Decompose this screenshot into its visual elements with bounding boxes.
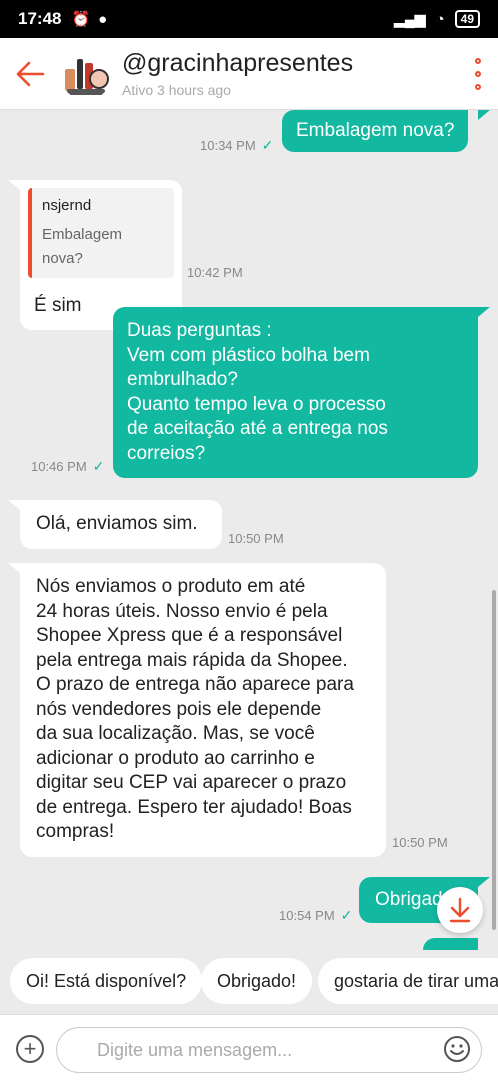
message-line: correios? (127, 442, 206, 464)
message-time: 10:50 PM (392, 835, 448, 850)
check-icon: ✓ (92, 458, 105, 474)
message-time: 10:46 PM ✓ (31, 458, 105, 474)
message-bubble-outgoing[interactable] (423, 938, 478, 950)
message-line: embrulhado? (127, 369, 238, 390)
bubble-tail (8, 500, 20, 510)
message-line: compras! (36, 821, 115, 842)
bubble-tail (8, 180, 20, 190)
signal-icon: ▂▄▆ (394, 10, 426, 27)
quick-reply-chip[interactable]: gostaria de tirar uma (318, 958, 498, 1004)
message-line: adicionar o produto ao carrinho e (36, 747, 315, 769)
scroll-down-icon (449, 897, 471, 923)
message-line: Duas perguntas : (127, 320, 272, 341)
bubble-tail (478, 307, 490, 317)
message-line: de aceitação até a entrega nos (127, 418, 388, 439)
avatar[interactable] (60, 47, 112, 100)
message-bubble-outgoing[interactable]: Embalagem nova? (282, 110, 469, 152)
status-bar: 17:48 ⏰ ● ▂▄▆ ◔ 49 (0, 0, 498, 38)
chat-header: @gracinhapresentes Ativo 3 hours ago (0, 38, 498, 110)
bubble-tail (478, 110, 490, 120)
bubble-tail (478, 877, 490, 887)
bubble-tail (8, 563, 20, 573)
message-time: 10:34 PM ✓ (200, 137, 274, 153)
more-menu-icon[interactable] (458, 44, 498, 104)
check-icon: ✓ (340, 907, 353, 923)
message-time: 10:54 PM ✓ (279, 907, 353, 923)
quick-reply-chip[interactable]: Obrigado! (201, 958, 313, 1004)
message-line: Vem com plástico bolha bem (127, 344, 370, 366)
notification-icon: ● (98, 10, 108, 28)
plus-icon[interactable]: + (16, 1035, 44, 1063)
message-text: Embalagem nova? (296, 120, 455, 141)
active-status: Ativo 3 hours ago (122, 82, 231, 98)
message-text: Olá, enviamos sim. (36, 513, 198, 534)
shop-name: @gracinhapresentes (122, 49, 354, 77)
message-line: pela entrega mais rápida da Shopee. (36, 649, 348, 671)
reply-quote-text: Embalagem nova? (42, 225, 123, 268)
emoji-icon[interactable] (443, 1035, 471, 1063)
scroll-down-button[interactable] (437, 887, 483, 933)
check-icon: ✓ (261, 137, 274, 153)
makeup-logo-icon (65, 58, 109, 95)
message-line: da sua localização. Mas, se você (36, 723, 315, 744)
chat-messages[interactable]: Embalagem nova? 10:34 PM ✓ nsjernd Embala… (0, 110, 498, 950)
message-line: O prazo de entrega não aparece para (36, 674, 354, 695)
message-time: 10:50 PM (228, 531, 284, 546)
message-composer: + (0, 1014, 498, 1080)
reply-quote: nsjernd Embalagem nova? (28, 188, 174, 278)
battery-indicator: 49 (454, 10, 480, 28)
message-line: Nós enviamos o produto em até (36, 576, 306, 597)
reply-quote-name: nsjernd (42, 197, 92, 214)
quick-reply-chip[interactable]: Oi! Está disponível? (10, 958, 203, 1004)
message-line: Quanto tempo leva o processo (127, 393, 386, 415)
status-time: 17:48 (18, 9, 62, 28)
message-line: de entrega. Espero ter ajudado! Boas (36, 796, 352, 818)
message-bubble-outgoing[interactable]: Duas perguntas : Vem com plástico bolha … (113, 307, 478, 478)
message-bubble-incoming[interactable]: Nós enviamos o produto em até 24 horas ú… (20, 563, 386, 857)
message-input[interactable] (56, 1027, 482, 1073)
wifi-icon: ◔ (435, 10, 445, 28)
message-line: nós vendedores pois ele depende (36, 698, 322, 720)
message-line: 24 horas úteis. Nosso envio é pela (36, 600, 328, 622)
message-bubble-incoming[interactable]: Olá, enviamos sim. (20, 500, 222, 549)
back-button[interactable] (0, 38, 60, 110)
back-arrow-icon (16, 61, 45, 86)
alarm-icon: ⏰ (71, 11, 91, 28)
message-line: digitar seu CEP vai aparecer o prazo (36, 772, 347, 793)
message-line: Shopee Xpress que é a responsável (36, 625, 343, 646)
quick-replies: Oi! Está disponível? Obrigado! gostaria … (0, 950, 498, 1012)
message-time: 10:42 PM (187, 265, 243, 280)
scrollbar[interactable] (492, 590, 496, 930)
